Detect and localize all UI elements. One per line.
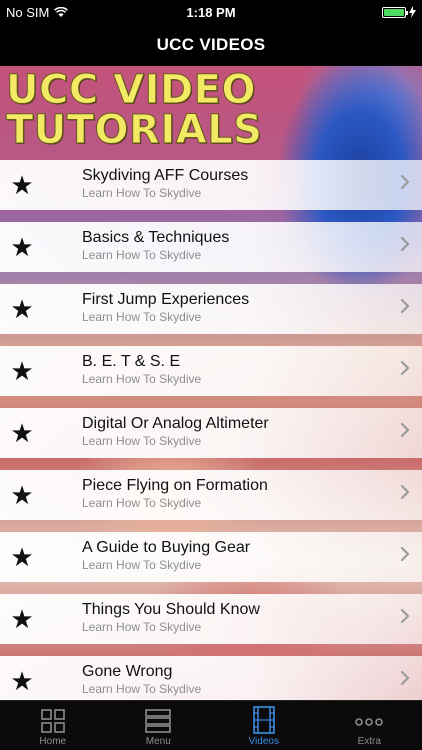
video-list: ★ Skydiving AFF Courses Learn How To Sky…	[0, 160, 422, 700]
star-icon: ★	[10, 479, 34, 510]
list-item[interactable]: ★ Gone Wrong Learn How To Skydive	[0, 656, 422, 700]
tab-videos-label: Videos	[248, 736, 279, 747]
list-item-content: ★ Skydiving AFF Courses Learn How To Sky…	[0, 160, 422, 210]
tab-home[interactable]: Home	[0, 701, 106, 750]
hero-line-1: UCC VIDEO	[6, 67, 256, 113]
list-item[interactable]: ★ Piece Flying on Formation Learn How To…	[0, 470, 422, 532]
list-item-subtitle: Learn How To Skydive	[82, 682, 202, 696]
list-item-subtitle: Learn How To Skydive	[82, 620, 202, 634]
chevron-right-icon	[400, 422, 410, 438]
chevron-right-icon	[400, 298, 410, 314]
film-icon	[252, 706, 275, 734]
list-item-content: ★ B. E. T & S. E Learn How To Skydive	[0, 346, 422, 396]
list-item-subtitle: Learn How To Skydive	[82, 496, 202, 510]
more-icon	[355, 718, 384, 726]
status-right	[382, 6, 416, 18]
nav-bar: UCC VIDEOS	[0, 24, 422, 66]
list-item-texts: A Guide to Buying Gear Learn How To Skyd…	[82, 538, 250, 572]
star-icon: ★	[10, 603, 34, 634]
list-item[interactable]: ★ Digital Or Analog Altimeter Learn How …	[0, 408, 422, 470]
star-icon: ★	[10, 169, 34, 200]
chevron-right-icon	[400, 174, 410, 190]
tab-extra[interactable]: Extra	[317, 701, 422, 750]
battery-fill	[384, 8, 404, 16]
tab-home-label: Home	[39, 736, 67, 747]
list-item-subtitle: Learn How To Skydive	[82, 248, 202, 262]
list-item-subtitle: Learn How To Skydive	[82, 186, 202, 200]
list-item-content: ★ Basics & Techniques Learn How To Skydi…	[0, 222, 422, 272]
list-item-subtitle: Learn How To Skydive	[82, 434, 202, 448]
list-item-texts: First Jump Experiences Learn How To Skyd…	[82, 290, 249, 324]
list-item[interactable]: ★ A Guide to Buying Gear Learn How To Sk…	[0, 532, 422, 594]
star-icon: ★	[10, 541, 34, 572]
list-item-content: ★ Piece Flying on Formation Learn How To…	[0, 470, 422, 520]
list-item-texts: Skydiving AFF Courses Learn How To Skydi…	[82, 166, 248, 200]
list-item-subtitle: Learn How To Skydive	[82, 372, 202, 386]
list-item-content: ★ A Guide to Buying Gear Learn How To Sk…	[0, 532, 422, 582]
chevron-right-icon	[400, 546, 410, 562]
tab-videos[interactable]: Videos	[211, 701, 317, 750]
page-title: UCC VIDEOS	[156, 35, 266, 54]
list-item-content: ★ Digital Or Analog Altimeter Learn How …	[0, 408, 422, 458]
chevron-right-icon	[400, 608, 410, 624]
star-icon: ★	[10, 665, 34, 696]
star-icon: ★	[10, 231, 34, 262]
list-item-content: ★ Gone Wrong Learn How To Skydive	[0, 656, 422, 700]
list-item-title: Digital Or Analog Altimeter	[82, 415, 269, 432]
menu-icon	[145, 709, 172, 733]
list-item[interactable]: ★ First Jump Experiences Learn How To Sk…	[0, 284, 422, 346]
list-item-texts: Piece Flying on Formation Learn How To S…	[82, 476, 268, 510]
chevron-right-icon	[400, 360, 410, 376]
list-item-title: Things You Should Know	[82, 601, 260, 618]
chevron-right-icon	[400, 236, 410, 252]
tab-bar: Home Menu Videos Extra	[0, 700, 422, 750]
tab-menu-label: Menu	[145, 736, 171, 747]
list-item[interactable]: ★ Things You Should Know Learn How To Sk…	[0, 594, 422, 656]
chevron-right-icon	[400, 670, 410, 686]
list-item[interactable]: ★ B. E. T & S. E Learn How To Skydive	[0, 346, 422, 408]
list-item-content: ★ Things You Should Know Learn How To Sk…	[0, 594, 422, 644]
list-item-title: B. E. T & S. E	[82, 353, 181, 370]
list-item-title: Skydiving AFF Courses	[82, 167, 249, 184]
battery-icon	[382, 6, 408, 18]
list-item-subtitle: Learn How To Skydive	[82, 558, 202, 572]
list-item[interactable]: ★ Basics & Techniques Learn How To Skydi…	[0, 222, 422, 284]
list-item-title: A Guide to Buying Gear	[82, 539, 251, 556]
status-left: No SIM	[6, 4, 69, 20]
list-item-title: Piece Flying on Formation	[82, 477, 268, 494]
carrier-label: No SIM	[6, 4, 50, 20]
list-item-title: First Jump Experiences	[82, 291, 250, 308]
list-item-texts: B. E. T & S. E Learn How To Skydive	[82, 352, 201, 386]
star-icon: ★	[10, 293, 34, 324]
status-bar: No SIM 1:18 PM	[0, 0, 422, 24]
grid-icon	[40, 709, 65, 733]
list-item-texts: Basics & Techniques Learn How To Skydive	[82, 228, 229, 262]
charging-icon	[409, 6, 416, 18]
list-item-content: ★ First Jump Experiences Learn How To Sk…	[0, 284, 422, 334]
chevron-right-icon	[400, 484, 410, 500]
list-item[interactable]: ★ Skydiving AFF Courses Learn How To Sky…	[0, 160, 422, 222]
list-item-texts: Digital Or Analog Altimeter Learn How To…	[82, 414, 269, 448]
tab-menu[interactable]: Menu	[106, 701, 212, 750]
list-item-texts: Gone Wrong Learn How To Skydive	[82, 662, 201, 696]
list-item-texts: Things You Should Know Learn How To Skyd…	[82, 600, 260, 634]
hero-banner-title: UCC VIDEO TUTORIALS	[6, 67, 263, 153]
tab-extra-label: Extra	[357, 736, 381, 747]
hero-line-2: TUTORIALS	[6, 107, 263, 153]
wifi-icon	[54, 6, 69, 17]
star-icon: ★	[10, 417, 34, 448]
list-item-title: Basics & Techniques	[82, 229, 230, 246]
list-item-subtitle: Learn How To Skydive	[82, 310, 202, 324]
star-icon: ★	[10, 355, 34, 386]
content-area[interactable]: UCC VIDEO TUTORIALS ★ Skydiving AFF Cour…	[0, 66, 422, 700]
list-item-title: Gone Wrong	[82, 663, 173, 680]
